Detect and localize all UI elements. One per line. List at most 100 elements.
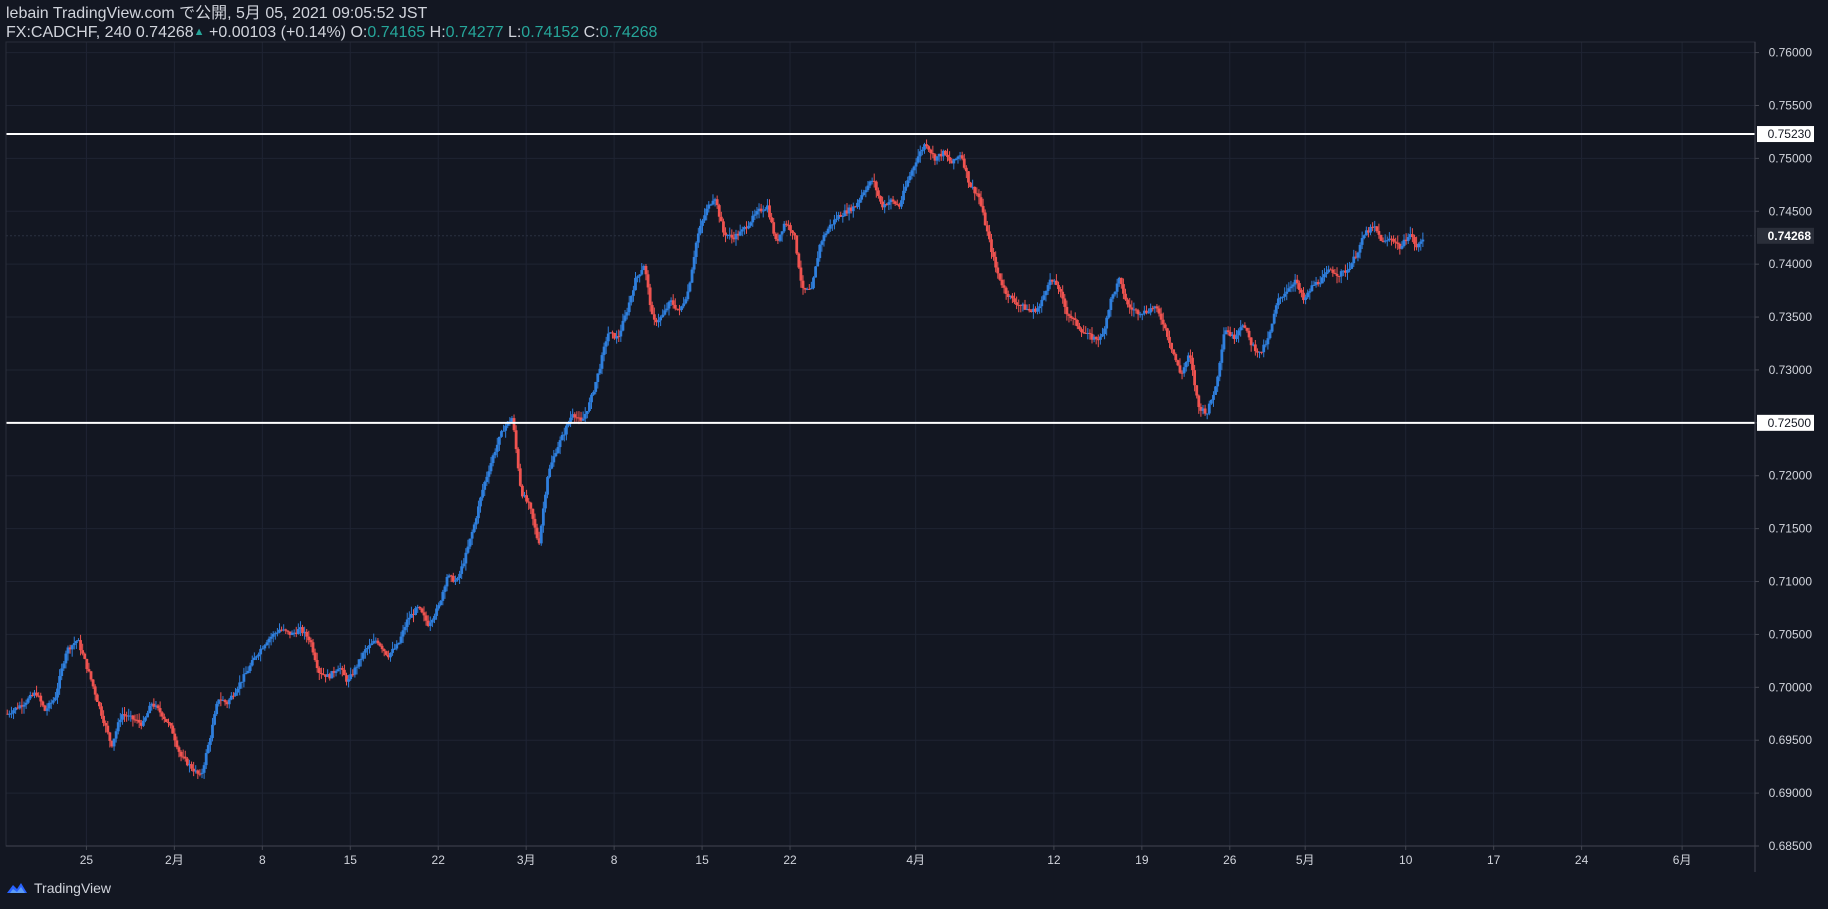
candle-body	[1055, 280, 1058, 285]
candle-body	[26, 698, 30, 703]
symbol-label[interactable]: FX:CADCHF, 240	[6, 24, 131, 41]
candle-body	[521, 485, 524, 497]
candle-body	[236, 688, 240, 693]
candle-body	[91, 679, 95, 687]
candle-body	[148, 705, 152, 714]
candle-body	[879, 195, 882, 202]
candle-body	[401, 630, 405, 637]
candle-body	[177, 747, 181, 752]
candle-body	[772, 222, 776, 234]
candle-body	[1226, 330, 1230, 333]
candle-body	[699, 225, 702, 234]
candle-body	[58, 676, 62, 689]
candle-body	[1042, 295, 1046, 300]
candle-body	[493, 451, 497, 456]
price-chart[interactable]: 0.76000 0.75500 0.75000 0.74500 0.74000 0.735…	[0, 0, 1828, 909]
candle-body	[1109, 298, 1113, 311]
time-tick-label: 4月	[906, 853, 925, 867]
candle-body	[755, 211, 759, 215]
brand-footer[interactable]: TradingView	[6, 880, 111, 896]
candle-body	[370, 643, 374, 646]
candle-body	[160, 712, 164, 717]
candle-body	[1063, 298, 1067, 307]
candle-body	[265, 642, 269, 646]
candle-body	[981, 205, 985, 213]
candle-body	[1163, 324, 1167, 329]
candle-body	[430, 619, 434, 623]
candle-body	[462, 563, 466, 567]
candle-body	[87, 669, 91, 672]
candle-body	[793, 233, 797, 236]
candle-body	[353, 667, 357, 675]
candle-body	[569, 417, 572, 423]
candle-body	[196, 770, 200, 774]
candle-body	[460, 566, 464, 574]
candle-body	[116, 722, 120, 732]
candle-body	[263, 645, 267, 649]
candle-body	[1291, 284, 1295, 287]
candle-body	[598, 368, 602, 374]
candle-body	[466, 546, 470, 553]
candle-body	[165, 719, 168, 722]
candle-body	[158, 708, 162, 713]
candle-body	[784, 223, 788, 225]
price-change: +0.00103 (+0.14%)	[209, 24, 347, 41]
high-label: H:	[429, 24, 446, 41]
candle-body	[458, 573, 461, 579]
candle-body	[1272, 313, 1276, 324]
candle-body	[1122, 284, 1125, 294]
candle-body	[313, 652, 317, 661]
candle-body	[1155, 306, 1159, 309]
candle-body	[962, 158, 966, 168]
up-arrow-icon: ▲	[193, 26, 205, 38]
candle-body	[1011, 295, 1014, 299]
price-tick-label: 0.71000	[1769, 575, 1813, 589]
candle-body	[1421, 239, 1425, 242]
candle-body	[588, 402, 591, 411]
candle-body	[705, 208, 709, 216]
candle-body	[606, 333, 610, 342]
brand-name: TradingView	[34, 880, 112, 896]
candle-body	[223, 700, 227, 703]
candle-body	[1080, 329, 1083, 333]
time-tick-label: 10	[1399, 853, 1413, 867]
candle-body	[564, 425, 568, 435]
candle-body	[1300, 289, 1303, 293]
candle-body	[62, 663, 66, 669]
candle-body	[175, 740, 179, 748]
candle-body	[550, 462, 554, 469]
candle-body	[1111, 294, 1115, 299]
candle-body	[686, 291, 690, 300]
candle-body	[1128, 304, 1132, 308]
horizontal-lines[interactable]	[6, 133, 1755, 424]
candle-body	[418, 606, 422, 609]
candle-body	[657, 320, 660, 323]
last-price: 0.74268	[135, 24, 194, 41]
candle-body	[648, 287, 652, 306]
candle-body	[420, 608, 424, 613]
candle-body	[1283, 293, 1287, 297]
candle-body	[1036, 308, 1039, 312]
candle-body	[470, 531, 474, 539]
candle-body	[552, 456, 556, 463]
candle-body	[717, 205, 721, 217]
candle-body	[1193, 370, 1197, 386]
high-value: 0.74277	[445, 24, 504, 41]
candle-body	[1413, 237, 1416, 244]
candle-body	[162, 716, 166, 720]
candle-body	[72, 643, 76, 646]
candle-body	[382, 649, 386, 652]
candle-body	[391, 648, 394, 653]
candle-body	[927, 146, 931, 150]
candle-body	[904, 186, 908, 191]
candle-body	[920, 149, 924, 152]
candle-body	[474, 518, 478, 525]
candle-body	[1394, 241, 1398, 243]
candle-body	[906, 180, 910, 187]
time-tick-label: 22	[432, 853, 446, 867]
candle-body	[156, 705, 160, 709]
candle-body	[659, 317, 663, 321]
candle-body	[1161, 319, 1165, 325]
candle-body	[307, 636, 311, 641]
candle-body	[39, 695, 43, 702]
